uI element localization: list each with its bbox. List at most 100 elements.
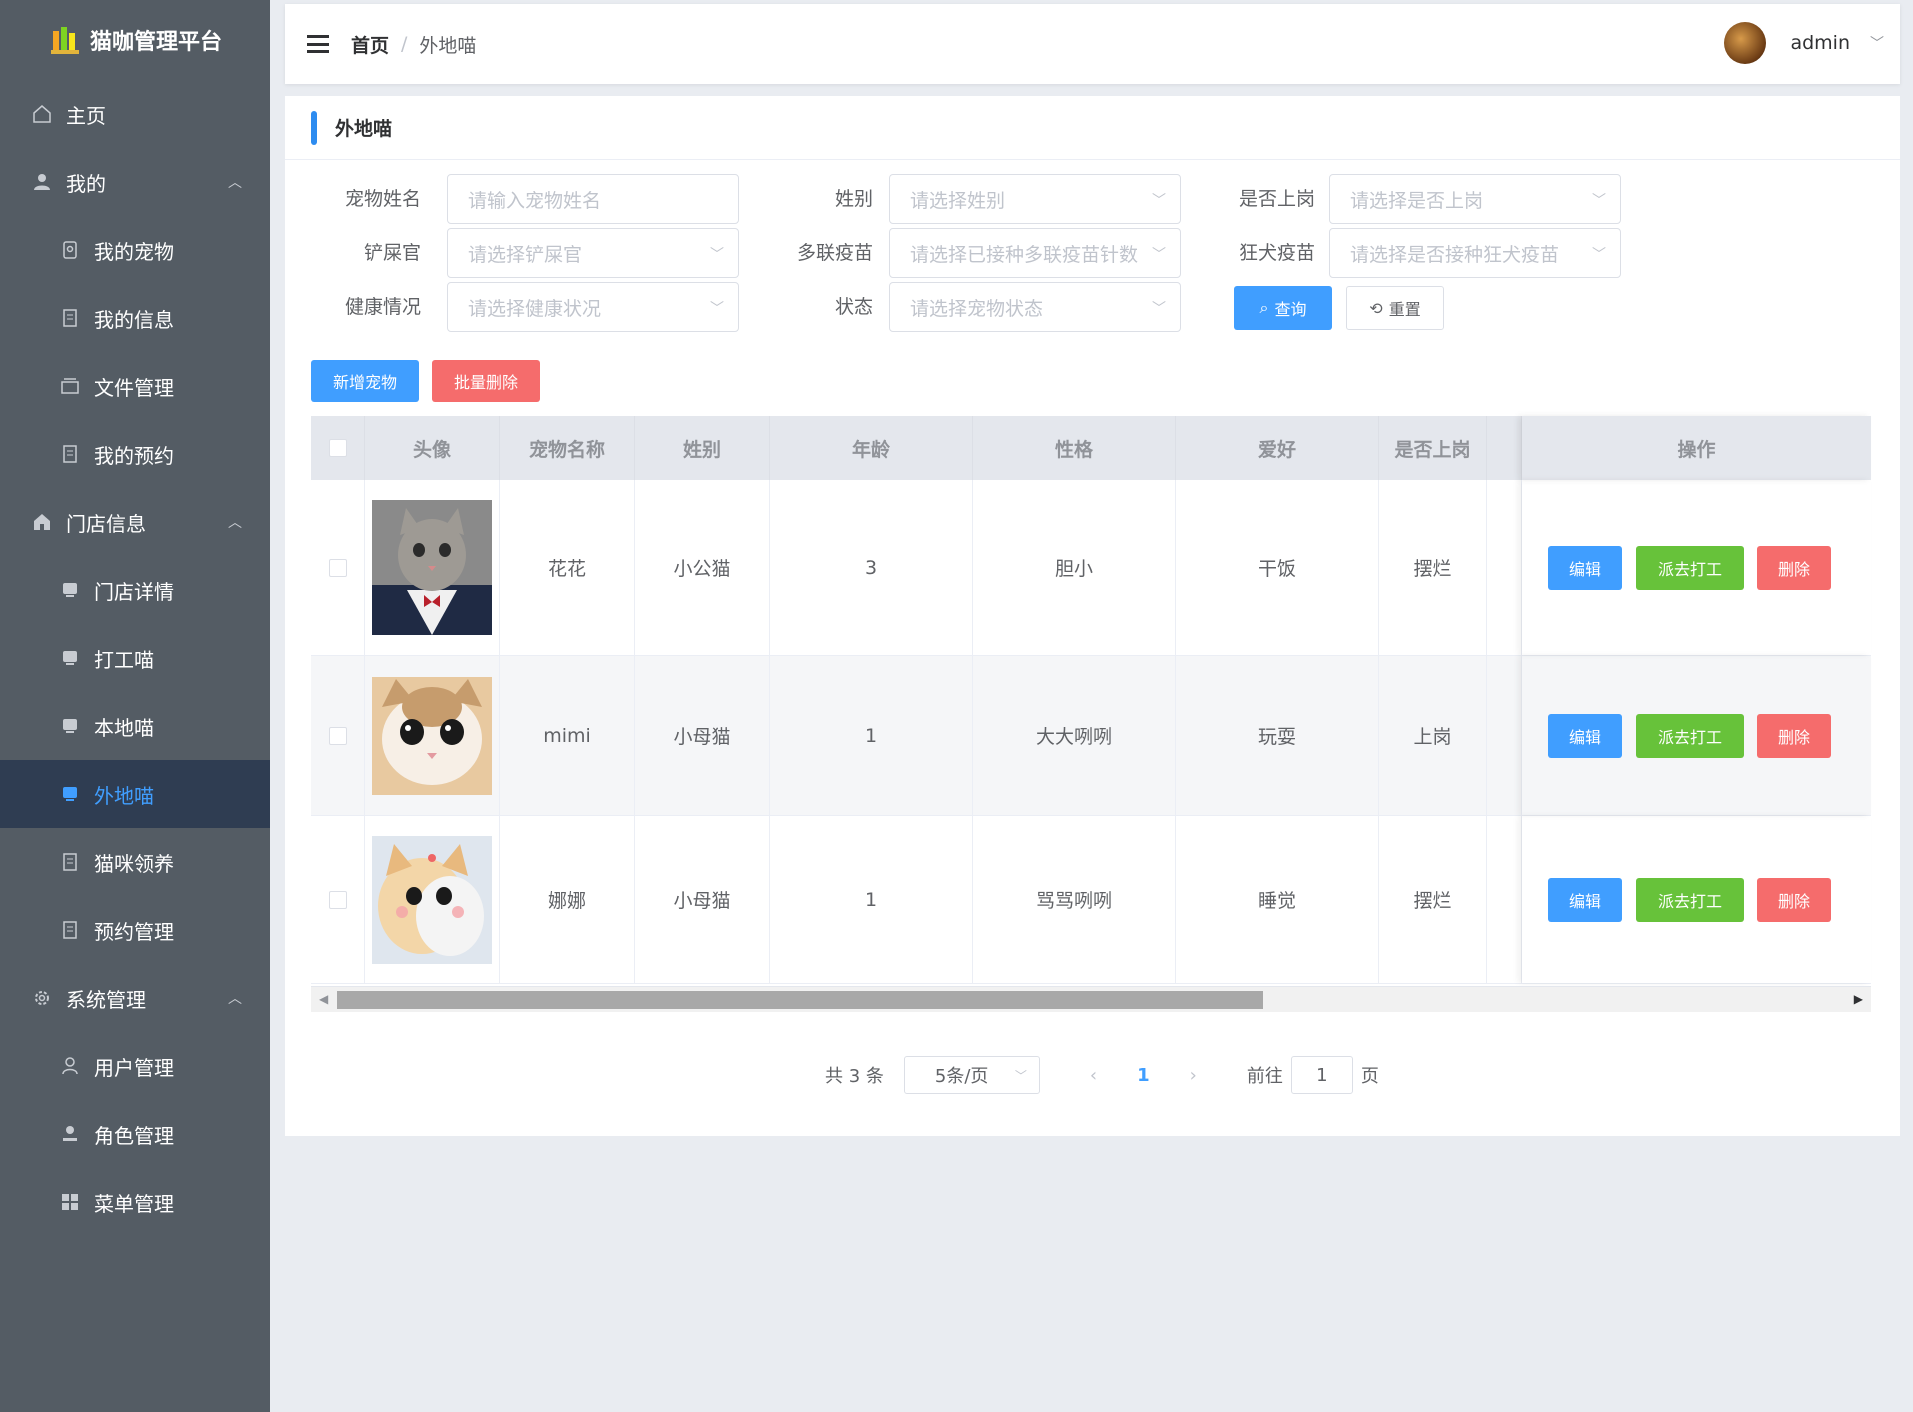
sidebar-item-my-info[interactable]: 我的信息	[0, 284, 270, 352]
age-cell: 1	[770, 656, 973, 815]
age-cell: 3	[770, 480, 973, 655]
sidebar-item-cat-adoption[interactable]: 猫咪领养	[0, 828, 270, 896]
scroll-left-arrow-icon[interactable]: ◀	[319, 992, 328, 1006]
sidebar-group-mine[interactable]: 我的 ︿	[0, 148, 270, 216]
user-menu[interactable]: admin ﹀	[1724, 22, 1884, 64]
user-outline-icon	[60, 1056, 80, 1076]
monitor-icon	[60, 784, 80, 804]
scroll-right-arrow-icon[interactable]: ▶	[1854, 992, 1863, 1006]
filter-label-health: 健康情况	[344, 296, 421, 318]
page-size-select[interactable]: 5条/页 ﹀	[903, 1056, 1040, 1094]
rabies-placeholder: 请选择是否接种狂犬疫苗	[1350, 243, 1560, 266]
edit-button[interactable]: 编辑	[1548, 714, 1622, 758]
query-button[interactable]: ⌕ 查询	[1234, 286, 1332, 330]
role-icon	[60, 1124, 80, 1144]
pagination: 共 3 条 5条/页 ﹀ ‹ 1 › 前往 1 页	[825, 1056, 1379, 1094]
multi-vaccine-placeholder: 请选择已接种多联疫苗针数	[910, 243, 1139, 266]
status-select[interactable]: 请选择宠物状态 ﹀	[889, 282, 1181, 332]
column-header: 头像	[365, 416, 500, 480]
pet-name-input[interactable]: 请输入宠物姓名	[447, 174, 739, 224]
edit-button-label: 编辑	[1568, 892, 1601, 911]
pet-avatar-image	[372, 835, 492, 964]
multi-vaccine-select[interactable]: 请选择已接种多联疫苗针数 ﹀	[889, 228, 1181, 278]
sidebar-item-working-cats[interactable]: 打工喵	[0, 624, 270, 692]
scrollbar-thumb[interactable]	[337, 991, 1263, 1009]
health-select[interactable]: 请选择健康状况 ﹀	[447, 282, 739, 332]
sidebar-group-system-management[interactable]: 系统管理 ︿	[0, 964, 270, 1032]
actions-cell: 编辑 派去打工 删除	[1522, 816, 1871, 983]
gender-cell: 小公猫	[635, 480, 770, 655]
chevron-down-icon[interactable]: ﹀	[1870, 33, 1884, 53]
on-duty-placeholder: 请选择是否上岗	[1350, 189, 1484, 212]
row-checkbox[interactable]	[328, 558, 347, 577]
goto-page-input[interactable]: 1	[1290, 1056, 1353, 1094]
edit-button[interactable]: 编辑	[1548, 546, 1622, 590]
page-number-current[interactable]: 1	[1137, 1065, 1150, 1086]
delete-button[interactable]: 删除	[1757, 546, 1831, 590]
sidebar-item-local-cats[interactable]: 本地喵	[0, 692, 270, 760]
sidebar-item-label: 我的信息	[94, 307, 174, 332]
sidebar-item-file-management[interactable]: 文件管理	[0, 352, 270, 420]
owner-select[interactable]: 请选择铲屎官 ﹀	[447, 228, 739, 278]
dispatch-button[interactable]: 派去打工	[1636, 878, 1744, 922]
dispatch-button-label: 派去打工	[1657, 560, 1722, 579]
add-pet-button[interactable]: 新增宠物	[311, 360, 419, 402]
pagination-total: 共 3 条	[825, 1066, 884, 1087]
next-page-icon[interactable]: ›	[1190, 1065, 1197, 1086]
table-horizontal-scrollbar[interactable]: ◀ ▶	[311, 986, 1871, 1012]
title-accent-bar	[311, 110, 317, 145]
avatar-cell	[365, 816, 500, 983]
edit-button[interactable]: 编辑	[1548, 878, 1622, 922]
hobby-cell: 玩耍	[1176, 656, 1379, 815]
sidebar-item-appointment-management[interactable]: 预约管理	[0, 896, 270, 964]
chevron-down-icon: ﹀	[1152, 193, 1166, 209]
menu-toggle-icon[interactable]	[307, 35, 329, 53]
reset-icon: ⟲	[1369, 298, 1383, 318]
monitor-icon	[60, 648, 80, 668]
sidebar-group-store-info[interactable]: 门店信息 ︿	[0, 488, 270, 556]
on-duty-cell: 摆烂	[1379, 816, 1487, 983]
sidebar-item-label: 文件管理	[94, 375, 174, 400]
chevron-up-icon: ︿	[228, 175, 242, 191]
chevron-down-icon: ﹀	[1152, 247, 1166, 263]
rabies-select[interactable]: 请选择是否接种狂犬疫苗 ﹀	[1329, 228, 1621, 278]
sidebar-item-label: 打工喵	[94, 647, 154, 672]
sidebar-item-outside-cats[interactable]: 外地喵	[0, 760, 270, 828]
sidebar-item-store-details[interactable]: 门店详情	[0, 556, 270, 624]
chevron-down-icon: ﹀	[1014, 1069, 1027, 1083]
gender-select[interactable]: 请选择姓别 ﹀	[889, 174, 1181, 224]
chevron-down-icon: ﹀	[710, 247, 724, 263]
sidebar-item-home[interactable]: 主页	[0, 80, 270, 148]
dispatch-button[interactable]: 派去打工	[1636, 714, 1744, 758]
dispatch-button[interactable]: 派去打工	[1636, 546, 1744, 590]
column-header: 操作	[1522, 416, 1871, 480]
delete-button[interactable]: 删除	[1757, 714, 1831, 758]
batch-delete-button[interactable]: 批量删除	[432, 360, 540, 402]
sidebar-item-label: 菜单管理	[94, 1191, 174, 1216]
sidebar-item-menu-management[interactable]: 菜单管理	[0, 1168, 270, 1236]
reset-button[interactable]: ⟲ 重置	[1346, 286, 1444, 330]
sidebar-item-user-management[interactable]: 用户管理	[0, 1032, 270, 1100]
age-cell: 1	[770, 816, 973, 983]
select-all-checkbox[interactable]	[328, 439, 347, 457]
row-checkbox[interactable]	[328, 890, 347, 909]
delete-button[interactable]: 删除	[1757, 878, 1831, 922]
username[interactable]: admin	[1790, 32, 1850, 54]
sidebar-item-my-appointments[interactable]: 我的预约	[0, 420, 270, 488]
monitor-icon	[60, 580, 80, 600]
sidebar-item-my-pets[interactable]: 我的宠物	[0, 216, 270, 284]
on-duty-select[interactable]: 请选择是否上岗 ﹀	[1329, 174, 1621, 224]
document-icon	[60, 920, 80, 940]
goto-page-value: 1	[1316, 1064, 1328, 1086]
breadcrumb-home[interactable]: 首页	[351, 31, 389, 58]
gender-cell: 小母猫	[635, 816, 770, 983]
sidebar-item-label: 我的预约	[94, 443, 174, 468]
avatar[interactable]	[1724, 22, 1767, 64]
column-header: 是否上岗	[1379, 416, 1487, 480]
delete-button-label: 删除	[1777, 728, 1810, 747]
row-checkbox[interactable]	[328, 726, 347, 745]
filter-label-on-duty: 是否上岗	[1238, 188, 1315, 210]
sidebar-item-role-management[interactable]: 角色管理	[0, 1100, 270, 1168]
chevron-up-icon: ︿	[228, 515, 242, 531]
prev-page-icon[interactable]: ‹	[1090, 1065, 1097, 1086]
